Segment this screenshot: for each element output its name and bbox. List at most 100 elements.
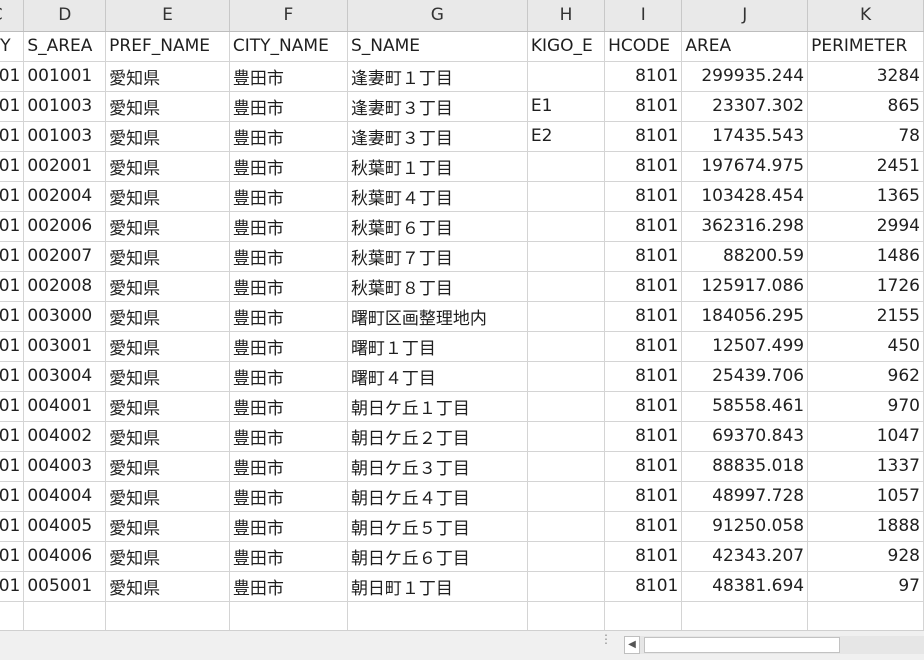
cell-hcode[interactable]: 8101 xyxy=(604,331,683,362)
cell-pref-name[interactable]: 愛知県 xyxy=(105,481,230,512)
cell-area[interactable]: 12507.499 xyxy=(681,331,809,362)
cell-kigo-e[interactable] xyxy=(527,571,606,602)
cell-perimeter[interactable]: 1057 xyxy=(807,481,924,512)
column-header-k[interactable]: K xyxy=(807,0,924,32)
cell-perimeter[interactable]: 1888 xyxy=(807,511,924,542)
cell-perimeter[interactable]: 450 xyxy=(807,331,924,362)
cell-city-name[interactable]: 豊田市 xyxy=(229,61,348,92)
cell-s-area[interactable]: 004003 xyxy=(23,451,107,482)
cell-pref-name[interactable]: 愛知県 xyxy=(105,331,230,362)
cell-kigo-e[interactable] xyxy=(527,181,606,212)
cell-hcode[interactable]: 8101 xyxy=(604,511,683,542)
cell-city-name[interactable]: 豊田市 xyxy=(229,481,348,512)
cell-pref-name[interactable]: 愛知県 xyxy=(105,451,230,482)
cell-s-name[interactable]: 朝日ケ丘５丁目 xyxy=(347,511,528,542)
split-handle-icon[interactable]: ⋮ xyxy=(600,633,612,653)
cell-perimeter[interactable]: 1337 xyxy=(807,451,924,482)
cell-city[interactable]: 201 xyxy=(0,481,25,512)
cell-kigo-e[interactable] xyxy=(527,61,606,92)
cell-city-name[interactable]: 豊田市 xyxy=(229,511,348,542)
cell-city-name[interactable]: 豊田市 xyxy=(229,331,348,362)
cell-area[interactable]: 69370.843 xyxy=(681,421,809,452)
cell-perimeter[interactable]: 1486 xyxy=(807,241,924,272)
cell-s-name[interactable]: 朝日町１丁目 xyxy=(347,571,528,602)
cell-perimeter[interactable]: 962 xyxy=(807,361,924,392)
cell-area[interactable]: 17435.543 xyxy=(681,121,809,152)
cell-city-name[interactable]: 豊田市 xyxy=(229,451,348,482)
cell-kigo-e[interactable] xyxy=(527,451,606,482)
field-header-hcode[interactable]: HCODE xyxy=(604,31,683,62)
cell-pref-name[interactable]: 愛知県 xyxy=(105,271,230,302)
cell-s-area[interactable]: 002007 xyxy=(23,241,107,272)
cell-s-name[interactable]: 秋葉町４丁目 xyxy=(347,181,528,212)
cell-hcode[interactable]: 8101 xyxy=(604,91,683,122)
cell-area[interactable]: 25439.706 xyxy=(681,361,809,392)
cell-city[interactable]: 201 xyxy=(0,451,25,482)
cell-pref-name[interactable]: 愛知県 xyxy=(105,301,230,332)
cell-perimeter[interactable]: 865 xyxy=(807,91,924,122)
cell-pref-name[interactable]: 愛知県 xyxy=(105,91,230,122)
cell-area[interactable]: 58558.461 xyxy=(681,391,809,422)
column-header-e[interactable]: E xyxy=(105,0,230,32)
cell-perimeter[interactable]: 2155 xyxy=(807,301,924,332)
cell-s-area[interactable]: 003004 xyxy=(23,361,107,392)
cell-pref-name[interactable]: 愛知県 xyxy=(105,181,230,212)
cell-hcode[interactable]: 8101 xyxy=(604,451,683,482)
cell-s-area[interactable]: 001003 xyxy=(23,121,107,152)
cell-s-area[interactable]: 002008 xyxy=(23,271,107,302)
cell-hcode[interactable]: 8101 xyxy=(604,181,683,212)
cell-perimeter[interactable]: 2994 xyxy=(807,211,924,242)
cell-hcode[interactable]: 8101 xyxy=(604,361,683,392)
cell-perimeter[interactable]: 2451 xyxy=(807,151,924,182)
cell-perimeter[interactable]: 928 xyxy=(807,541,924,572)
cell-city[interactable]: 201 xyxy=(0,421,25,452)
cell-pref-name[interactable]: 愛知県 xyxy=(105,421,230,452)
cell-s-name[interactable]: 秋葉町６丁目 xyxy=(347,211,528,242)
column-header-j[interactable]: J xyxy=(681,0,809,32)
cell-perimeter[interactable] xyxy=(807,601,924,630)
cell-area[interactable]: 91250.058 xyxy=(681,511,809,542)
cell-pref-name[interactable]: 愛知県 xyxy=(105,151,230,182)
cell-kigo-e[interactable] xyxy=(527,421,606,452)
cell-city-name[interactable]: 豊田市 xyxy=(229,211,348,242)
cell-s-name[interactable]: 秋葉町８丁目 xyxy=(347,271,528,302)
cell-city-name[interactable] xyxy=(229,601,348,630)
field-header-area[interactable]: AREA xyxy=(681,31,809,62)
cell-s-area[interactable]: 004005 xyxy=(23,511,107,542)
cell-hcode[interactable]: 8101 xyxy=(604,61,683,92)
cell-kigo-e[interactable] xyxy=(527,601,606,630)
cell-pref-name[interactable]: 愛知県 xyxy=(105,361,230,392)
cell-perimeter[interactable]: 1047 xyxy=(807,421,924,452)
cell-city-name[interactable]: 豊田市 xyxy=(229,421,348,452)
cell-city[interactable]: 201 xyxy=(0,511,25,542)
cell-hcode[interactable]: 8101 xyxy=(604,481,683,512)
cell-hcode[interactable]: 8101 xyxy=(604,271,683,302)
cell-s-area[interactable]: 002001 xyxy=(23,151,107,182)
cell-s-name[interactable]: 曙町区画整理地内 xyxy=(347,301,528,332)
field-header-city[interactable]: CITY xyxy=(0,31,25,62)
scrollbar-thumb[interactable] xyxy=(644,637,840,653)
cell-area[interactable] xyxy=(681,601,809,630)
cell-pref-name[interactable]: 愛知県 xyxy=(105,211,230,242)
cell-s-name[interactable]: 秋葉町７丁目 xyxy=(347,241,528,272)
field-header-s-name[interactable]: S_NAME xyxy=(347,31,528,62)
cell-city[interactable]: 201 xyxy=(0,181,25,212)
cell-perimeter[interactable]: 3284 xyxy=(807,61,924,92)
cell-area[interactable]: 88835.018 xyxy=(681,451,809,482)
cell-s-area[interactable]: 001003 xyxy=(23,91,107,122)
cell-s-name[interactable]: 朝日ケ丘６丁目 xyxy=(347,541,528,572)
cell-kigo-e[interactable] xyxy=(527,271,606,302)
cell-s-area[interactable]: 004004 xyxy=(23,481,107,512)
cell-s-area[interactable]: 004001 xyxy=(23,391,107,422)
cell-kigo-e[interactable] xyxy=(527,511,606,542)
cell-pref-name[interactable]: 愛知県 xyxy=(105,121,230,152)
cell-kigo-e[interactable] xyxy=(527,331,606,362)
cell-hcode[interactable]: 8101 xyxy=(604,421,683,452)
cell-city[interactable]: 201 xyxy=(0,301,25,332)
cell-kigo-e[interactable] xyxy=(527,241,606,272)
cell-s-name[interactable] xyxy=(347,601,528,630)
cell-s-area[interactable]: 002006 xyxy=(23,211,107,242)
cell-hcode[interactable]: 8101 xyxy=(604,151,683,182)
cell-city[interactable]: 201 xyxy=(0,151,25,182)
cell-area[interactable]: 184056.295 xyxy=(681,301,809,332)
